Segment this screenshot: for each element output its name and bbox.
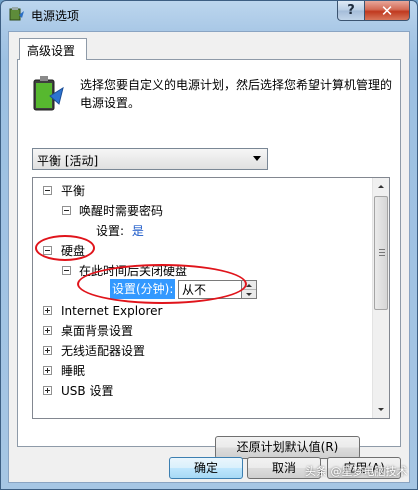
tree-item-label: 桌面背景设置 — [61, 324, 134, 338]
collapse-icon[interactable] — [62, 266, 71, 275]
collapse-icon[interactable] — [43, 186, 52, 195]
setting-value-link[interactable]: 是 — [132, 224, 144, 238]
power-options-icon — [9, 7, 24, 21]
tree-item-label: 在此时间后关闭硬盘 — [79, 264, 188, 278]
arrow-up-icon — [378, 185, 384, 188]
watermark-text: 头条 @星梦电脑技术 — [305, 465, 408, 478]
power-plan-selected-value: 平衡 [活动] — [37, 154, 99, 168]
intro-text: 选择您要自定义的电源计划，然后选择您希望计算机管理的电源设置。 — [80, 78, 393, 110]
collapse-icon[interactable] — [43, 246, 52, 255]
chevron-down-icon — [253, 156, 261, 161]
ok-button[interactable]: 确定 — [169, 457, 243, 479]
close-button[interactable]: ✕ — [364, 1, 410, 21]
tree-item-label: USB 设置 — [61, 384, 114, 398]
tree-item-label: 唤醒时需要密码 — [79, 204, 164, 218]
spin-down-button[interactable] — [242, 290, 256, 299]
tree-item-wake-setting[interactable]: 设置: 是 — [96, 221, 144, 241]
settings-tree[interactable]: 平衡 唤醒时需要密码 设置: 是 硬盘 在此时间后关闭硬盘 设置(分钟): 从不… — [32, 177, 390, 419]
tree-item-label: 无线适配器设置 — [61, 344, 146, 358]
power-plan-select[interactable]: 平衡 [活动] — [32, 148, 268, 170]
arrow-down-icon — [246, 293, 252, 296]
scroll-down-button[interactable] — [373, 401, 389, 418]
tree-scrollbar[interactable] — [372, 178, 389, 418]
dialog-client-area: 高级设置 选择您要自定义的电源计划，然后选择您希望计算机管理的电源设置。 平衡 … — [8, 31, 410, 483]
tree-item-label: 硬盘 — [61, 244, 86, 258]
tree-item-label: Internet Explorer — [61, 304, 163, 318]
expand-icon[interactable] — [43, 366, 52, 375]
tab-advanced-settings[interactable]: 高级设置 — [19, 38, 87, 60]
tree-item-label: 睡眠 — [61, 364, 86, 378]
scrollbar-thumb[interactable] — [374, 196, 388, 310]
minutes-input[interactable]: 从不 — [178, 280, 242, 299]
arrow-up-icon — [246, 283, 252, 287]
window-title: 电源选项 — [31, 9, 80, 23]
restore-defaults-button[interactable]: 还原计划默认值(R) — [215, 436, 360, 459]
expand-icon[interactable] — [43, 326, 52, 335]
title-bar[interactable]: 电源选项 ? ✕ — [1, 1, 417, 29]
collapse-icon[interactable] — [62, 206, 71, 215]
power-options-window: 电源选项 ? ✕ 高级设置 选择您要自定义的电源计划，然后选择您希望计算机管理的… — [0, 0, 418, 490]
arrow-down-icon — [378, 408, 384, 411]
advanced-settings-panel: 选择您要自定义的电源计划，然后选择您希望计算机管理的电源设置。 平衡 [活动] … — [17, 59, 401, 459]
setting-label: 设置: — [96, 224, 125, 238]
minutes-spinner[interactable] — [242, 280, 257, 299]
tree-item-minutes-setting[interactable]: 设置(分钟): 从不 — [96, 279, 326, 301]
help-button[interactable]: ? — [337, 1, 365, 21]
expand-icon[interactable] — [43, 346, 52, 355]
spin-up-button[interactable] — [242, 281, 256, 290]
expand-icon[interactable] — [43, 386, 52, 395]
scroll-up-button[interactable] — [373, 178, 389, 195]
tree-item-label: 平衡 — [61, 184, 86, 198]
minutes-label: 设置(分钟): — [110, 279, 176, 299]
grip-icon — [379, 249, 385, 256]
battery-plan-icon — [33, 76, 64, 111]
expand-icon[interactable] — [43, 306, 52, 315]
